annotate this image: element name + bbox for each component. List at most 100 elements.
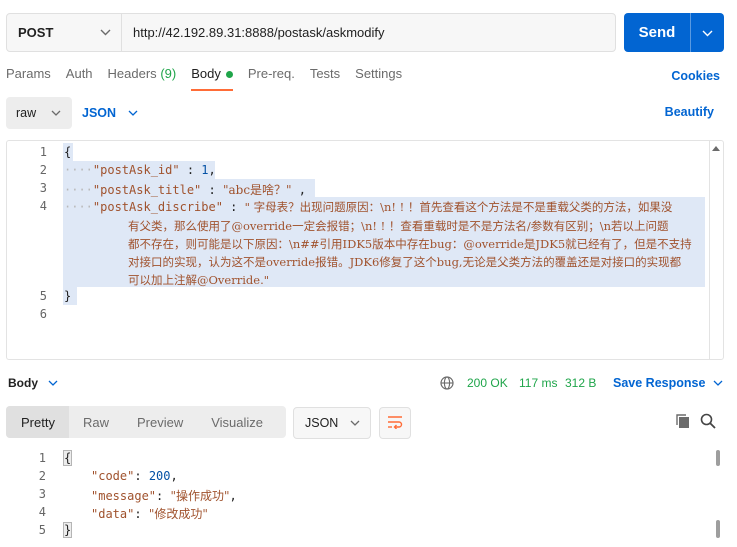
response-body-viewer[interactable]: 1 2 3 4 5 { "code": 200, "message": "操作成… xyxy=(6,448,724,547)
line-number: 3 xyxy=(38,487,46,501)
line-number: 2 xyxy=(38,469,46,483)
method-label: POST xyxy=(18,25,54,40)
editor-scrollbar[interactable] xyxy=(709,141,723,359)
response-format-select[interactable]: JSON xyxy=(293,407,371,439)
body-indicator-dot xyxy=(225,71,233,78)
scrollbar-thumb[interactable] xyxy=(716,520,720,538)
url-input[interactable]: http://42.192.89.31:8888/postask/askmodi… xyxy=(122,25,385,40)
scrollbar-thumb[interactable] xyxy=(716,450,720,466)
save-response-button[interactable]: Save Response xyxy=(613,376,723,390)
code-line: } xyxy=(64,289,72,303)
code-line: "message": "操作成功", xyxy=(91,489,237,503)
indent-guide: ···· xyxy=(64,200,93,214)
response-format-label: JSON xyxy=(305,416,339,430)
response-view-tabs: Pretty Raw Preview Visualize xyxy=(6,406,286,438)
chevron-down-icon xyxy=(128,110,138,116)
indent-guide: ···· xyxy=(64,163,93,177)
code-line: ····"postAsk_discribe" : " 字母表？出现问题原因：\n… xyxy=(64,200,673,214)
body-mode-select[interactable]: raw xyxy=(6,97,72,129)
json-number: 1 xyxy=(201,163,209,177)
json-string-wrap: 可以加上注解@Override." xyxy=(128,273,270,287)
cookies-link[interactable]: Cookies xyxy=(671,69,720,83)
line-number: 5 xyxy=(38,523,46,537)
indent-guide: ···· xyxy=(64,183,93,197)
json-string-wrap: 都不存在，则可能是以下原因：\n##引用IDK5版本中存在bug：@overri… xyxy=(128,237,692,251)
json-string-wrap: 对接口的实现，认为这不是override报错。JDK6修复了这个bug,无论是父… xyxy=(128,255,682,269)
response-size[interactable]: 312 B xyxy=(565,376,596,390)
tab-auth[interactable]: Auth xyxy=(66,66,93,90)
scroll-up-icon[interactable] xyxy=(709,141,723,155)
beautify-button[interactable]: Beautify xyxy=(665,105,714,119)
line-number: 4 xyxy=(38,505,46,519)
json-string: "abc是啥？" xyxy=(222,183,292,197)
tab-tests[interactable]: Tests xyxy=(310,66,340,90)
json-string: " 字母表？出现问题原因：\n! ! ！首先查看这个方法是不是重载父类的方法，如… xyxy=(244,200,673,214)
tab-visualize[interactable]: Visualize xyxy=(197,406,277,438)
code-line: { xyxy=(63,450,73,466)
copy-icon[interactable] xyxy=(675,413,691,432)
chevron-down-icon xyxy=(713,380,723,386)
tab-prereq[interactable]: Pre-req. xyxy=(248,66,295,90)
line-number: 3 xyxy=(39,181,47,195)
json-string: "修改成功" xyxy=(148,507,208,521)
body-language-select[interactable]: JSON xyxy=(82,97,138,129)
line-number: 4 xyxy=(39,199,47,213)
response-time[interactable]: 117 ms xyxy=(519,376,557,390)
tab-body-label: Body xyxy=(191,66,221,81)
code-line: ····"postAsk_id" : 1, xyxy=(64,163,216,177)
tab-preview[interactable]: Preview xyxy=(123,406,197,438)
code-line: "data": "修改成功" xyxy=(91,507,208,521)
request-tabs: Params Auth Headers (9) Body Pre-req. Te… xyxy=(6,66,417,91)
json-string-wrap: 有父类，那么使用了@override一定会报错；\n! ! ！查看重载时是不是方… xyxy=(128,219,669,233)
wrap-lines-button[interactable] xyxy=(379,407,411,439)
tab-settings[interactable]: Settings xyxy=(355,66,402,90)
line-number: 1 xyxy=(39,145,47,159)
send-button-group: Send xyxy=(624,13,724,52)
line-number: 5 xyxy=(39,289,47,303)
chevron-down-icon xyxy=(51,110,61,116)
chevron-down-icon xyxy=(48,380,58,386)
line-number: 6 xyxy=(39,307,47,321)
json-number: 200 xyxy=(148,469,171,483)
tab-body[interactable]: Body xyxy=(191,66,233,91)
globe-icon[interactable] xyxy=(440,376,454,393)
json-key: "code" xyxy=(91,469,135,483)
chevron-down-icon xyxy=(350,420,360,426)
response-body-select[interactable]: Body xyxy=(8,376,58,390)
wrap-lines-icon xyxy=(387,415,403,432)
json-key: "message" xyxy=(91,489,157,503)
search-icon[interactable] xyxy=(700,413,716,432)
send-options-button[interactable] xyxy=(690,13,724,52)
line-number: 1 xyxy=(38,451,46,465)
bracket-match: { xyxy=(63,450,73,466)
json-key: "data" xyxy=(91,507,135,521)
url-bar: POST http://42.192.89.31:8888/postask/as… xyxy=(6,13,616,52)
json-key: "postAsk_discribe" xyxy=(92,200,223,214)
bracket-match: } xyxy=(63,522,73,538)
code-line: "code": 200, xyxy=(91,469,178,483)
status-code[interactable]: 200 OK xyxy=(467,376,508,390)
request-body-editor[interactable]: 1 2 3 4 5 6 { ····"postAsk_id" : 1, ····… xyxy=(6,140,724,360)
code-line: } xyxy=(63,522,73,538)
headers-count: (9) xyxy=(160,66,177,81)
json-key: "postAsk_title" xyxy=(92,183,202,197)
json-key: "postAsk_id" xyxy=(92,163,180,177)
tab-headers[interactable]: Headers (9) xyxy=(108,66,177,90)
chevron-down-icon xyxy=(100,29,111,36)
save-response-label: Save Response xyxy=(613,376,706,390)
code-line: { xyxy=(64,145,72,159)
tab-raw[interactable]: Raw xyxy=(69,406,123,438)
chevron-down-icon xyxy=(702,25,713,40)
line-number: 2 xyxy=(39,163,47,177)
body-language-label: JSON xyxy=(82,106,117,120)
json-string: "操作成功" xyxy=(170,489,230,503)
tab-headers-label: Headers xyxy=(107,66,157,81)
tab-params[interactable]: Params xyxy=(6,66,51,90)
tab-pretty[interactable]: Pretty xyxy=(6,406,69,438)
response-body-label: Body xyxy=(8,376,38,390)
method-select[interactable]: POST xyxy=(7,14,122,51)
response-header: Body 200 OK 117 ms 312 B Save Response xyxy=(6,376,724,392)
body-mode-label: raw xyxy=(16,106,37,120)
send-button[interactable]: Send xyxy=(624,13,690,52)
code-line: ····"postAsk_title" : "abc是啥？" , xyxy=(64,183,307,197)
